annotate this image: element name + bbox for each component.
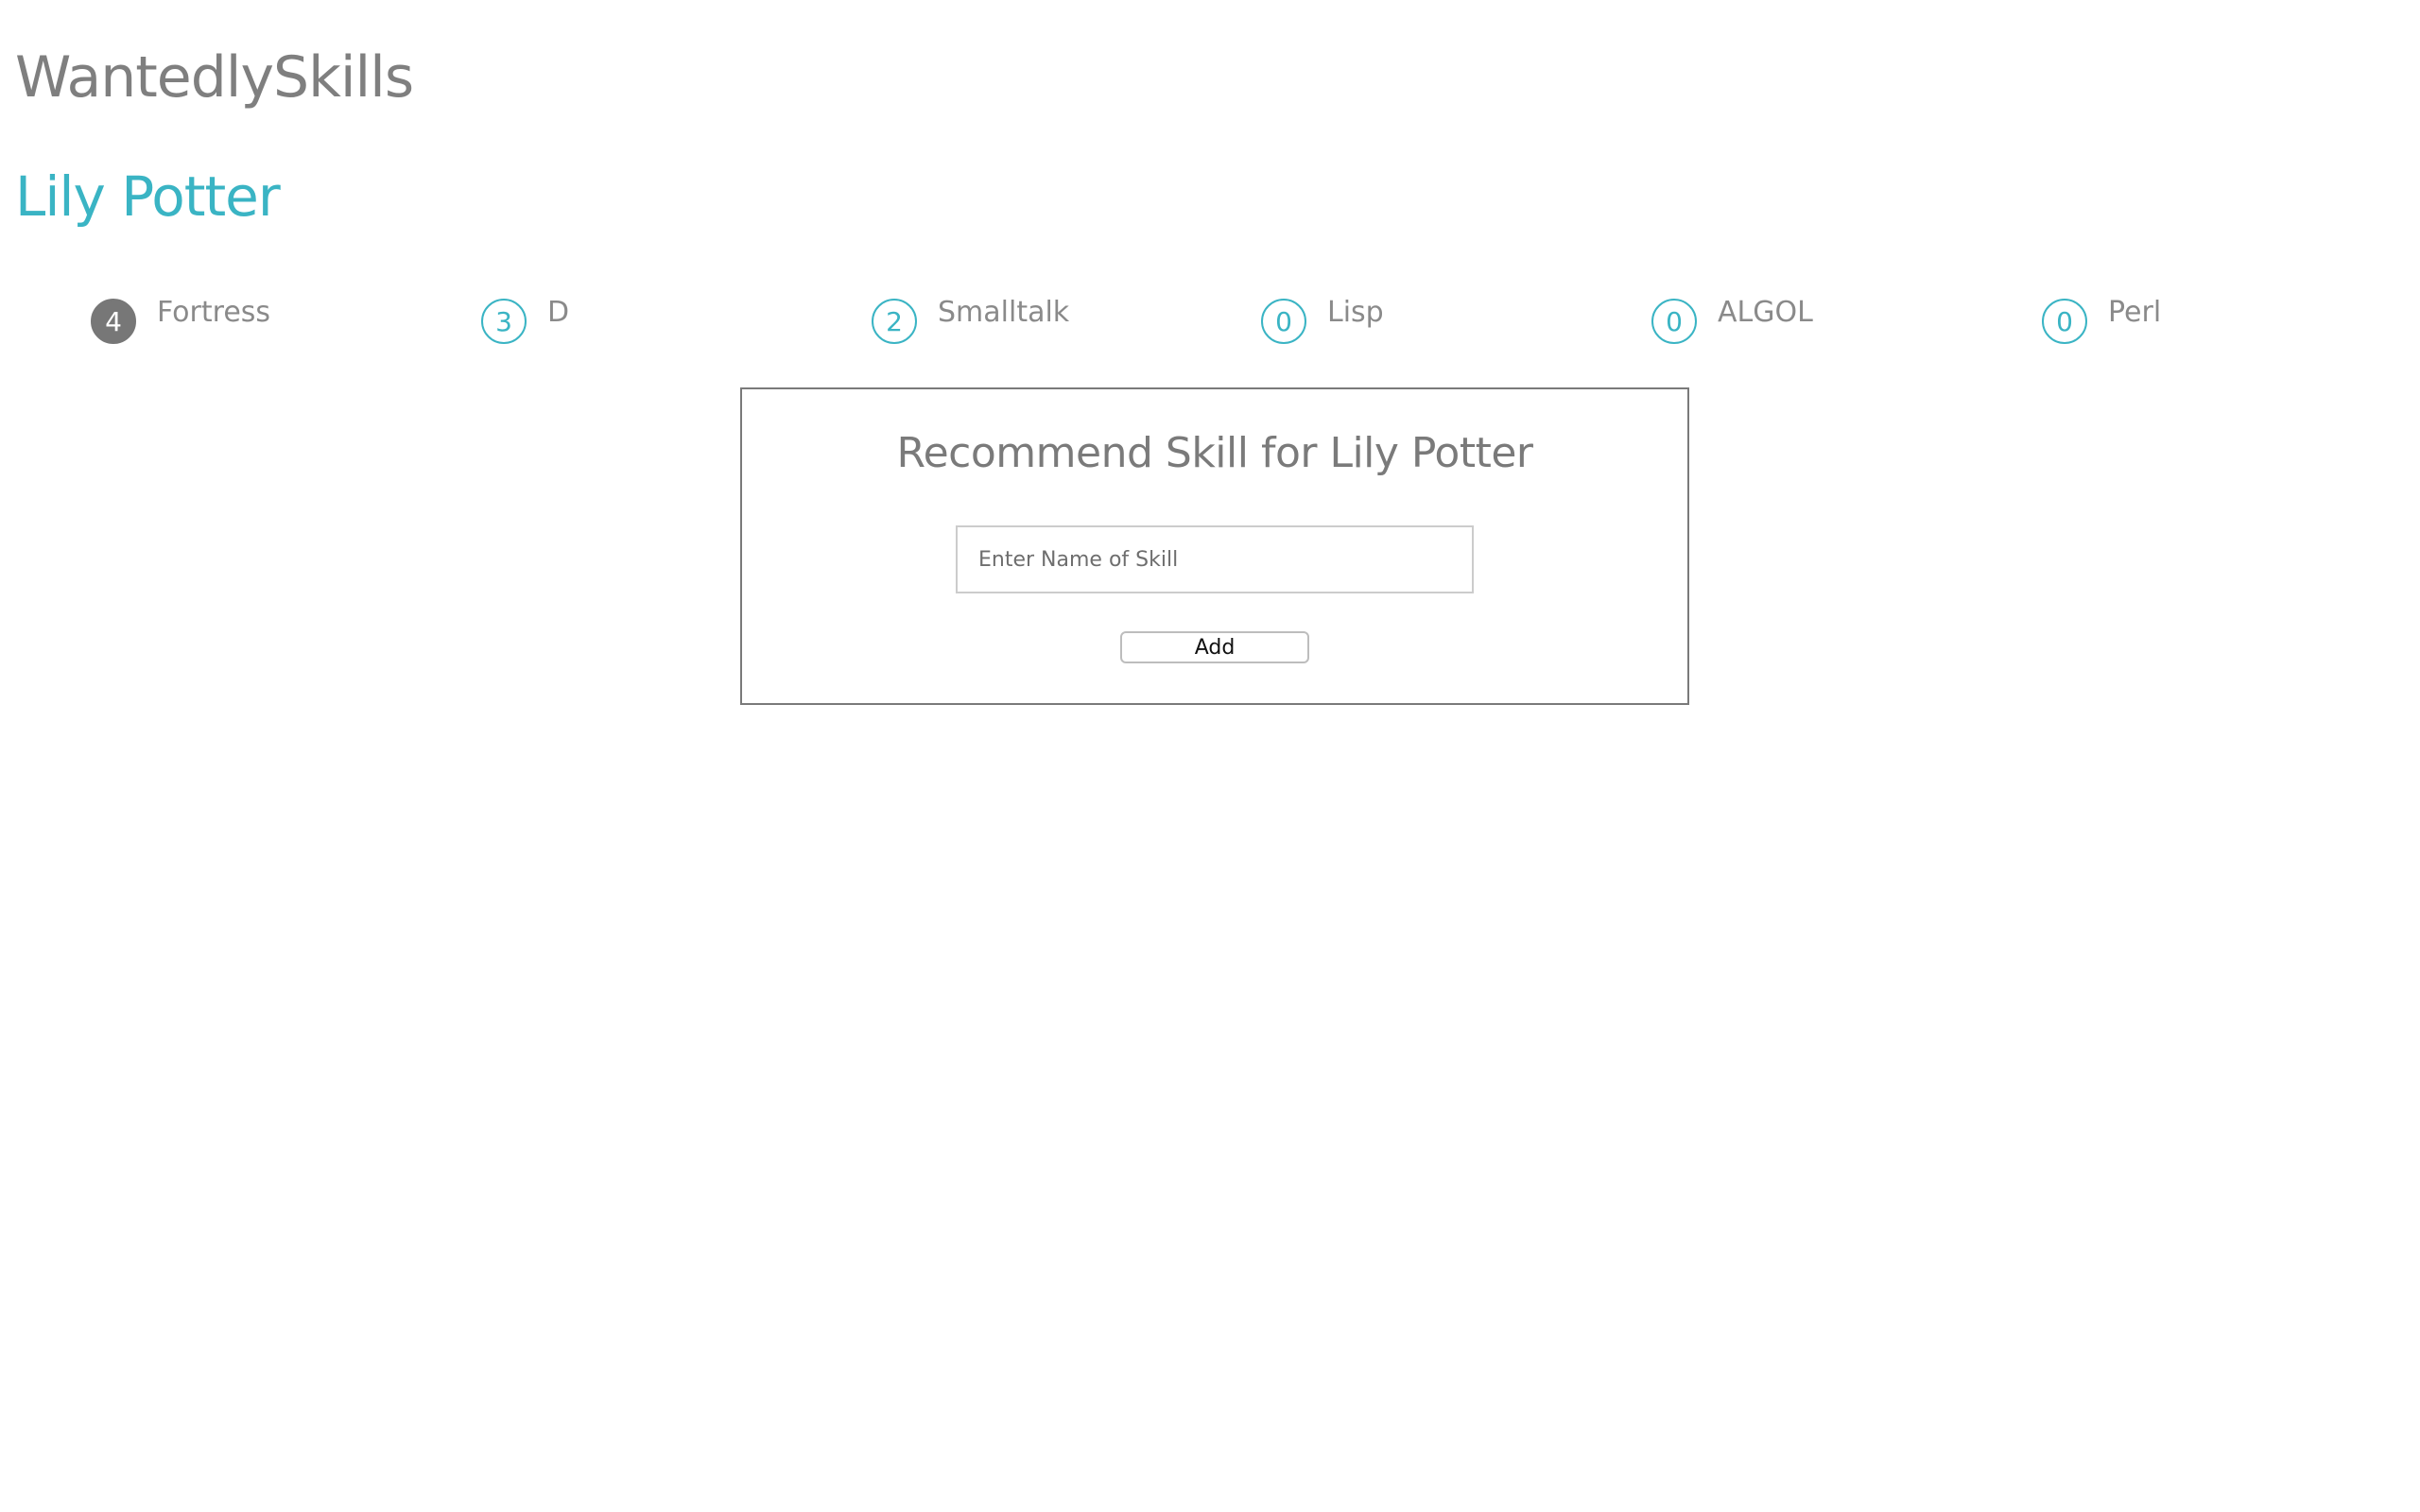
recommend-skill-panel: Recommend Skill for Lily Potter Add (740, 387, 1689, 705)
skill-name: Lisp (1327, 295, 1384, 329)
skill-name: Perl (2108, 295, 2162, 329)
skill-count-badge[interactable]: 0 (1261, 299, 1306, 344)
skill-count-badge[interactable]: 0 (2042, 299, 2087, 344)
skill-item: 3 D (481, 284, 569, 350)
user-name: Lily Potter (15, 164, 281, 229)
skill-item: 4 Fortress (91, 284, 270, 350)
skill-item: 0 ALGOL (1651, 284, 1813, 350)
skill-name: Fortress (157, 295, 271, 329)
page: WantedlySkills Lily Potter 4 Fortress 3 … (0, 0, 2420, 1512)
skill-name: ALGOL (1718, 295, 1813, 329)
skill-item: 2 Smalltalk (872, 284, 1069, 350)
skill-count-badge[interactable]: 3 (481, 299, 527, 344)
skill-name: Smalltalk (938, 295, 1070, 329)
app-title: WantedlySkills (15, 44, 414, 111)
recommend-title: Recommend Skill for Lily Potter (896, 429, 1533, 477)
add-button[interactable]: Add (1120, 631, 1309, 663)
skill-count-badge[interactable]: 4 (91, 299, 136, 344)
skill-item: 0 Perl (2042, 284, 2161, 350)
skills-list: 4 Fortress 3 D 2 Smalltalk 0 Lisp 0 ALGO… (91, 284, 2397, 350)
skill-item: 0 Lisp (1261, 284, 1384, 350)
skill-count-badge[interactable]: 0 (1651, 299, 1697, 344)
skill-count-badge[interactable]: 2 (872, 299, 917, 344)
skill-name: D (547, 295, 570, 329)
skill-name-input[interactable] (956, 525, 1474, 593)
